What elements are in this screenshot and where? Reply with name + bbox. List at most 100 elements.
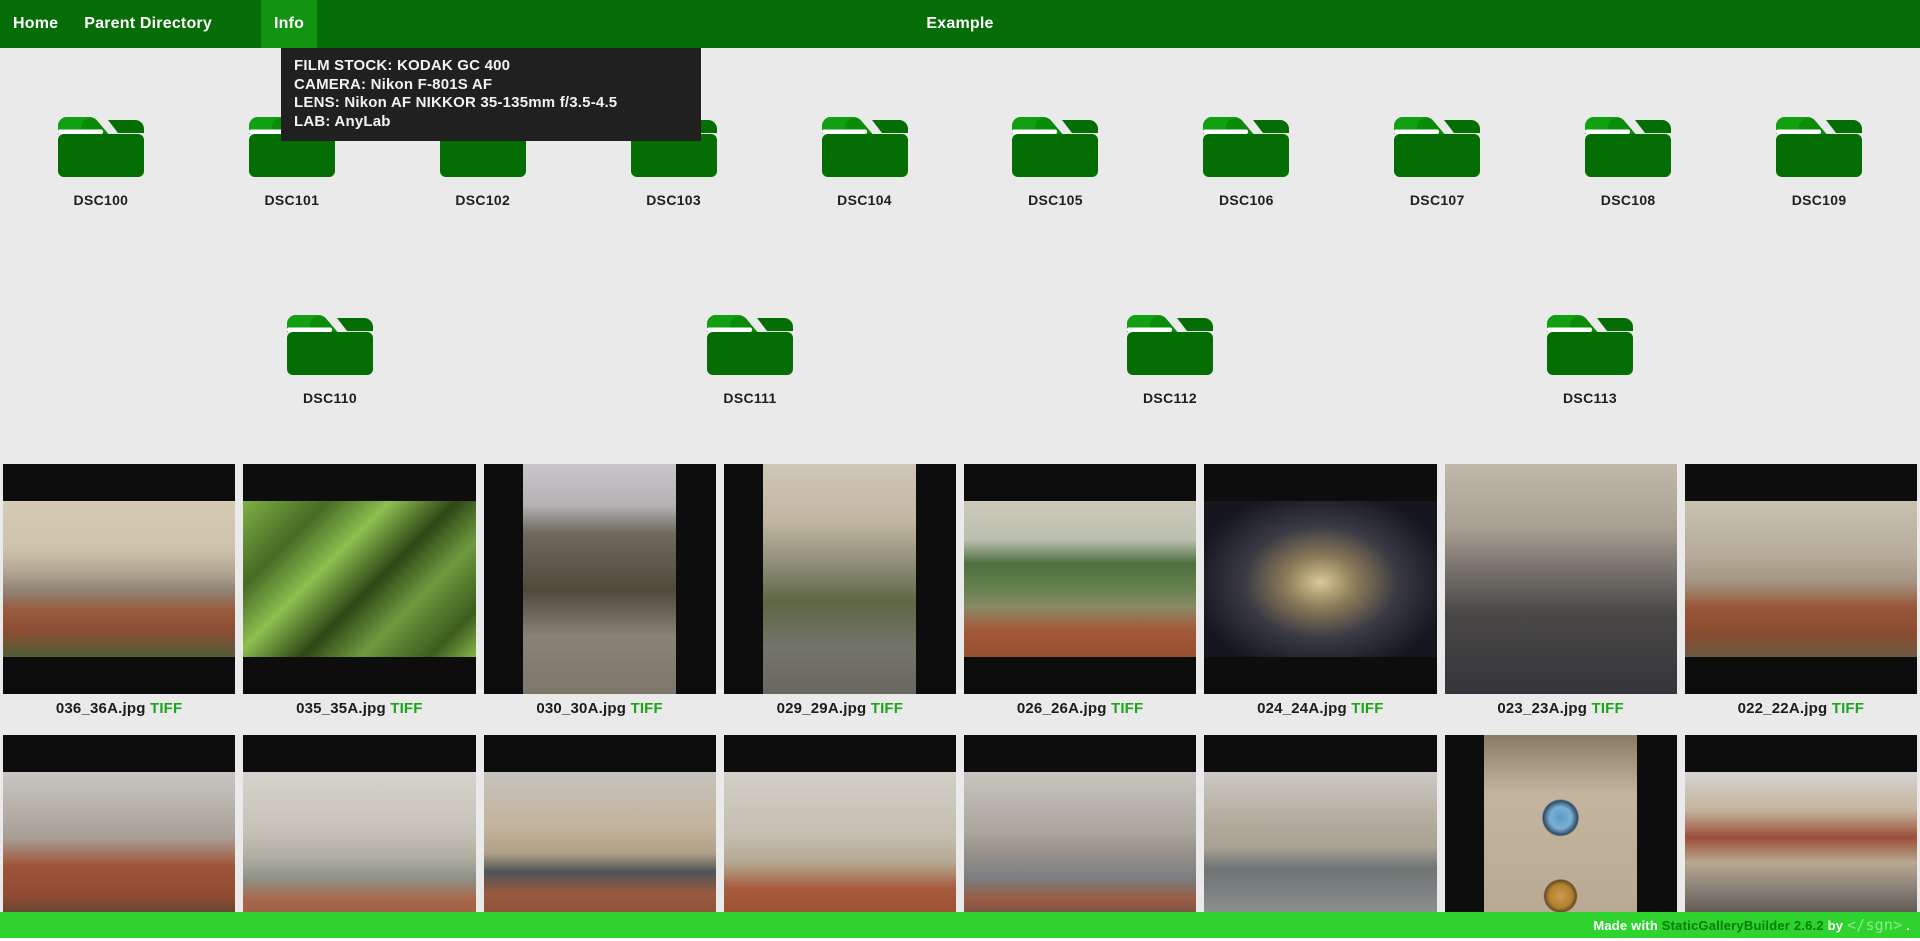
photo-cell-030_30A: 030_30A.jpg TIFF xyxy=(484,464,716,735)
photo-thumbnail-link[interactable] xyxy=(1204,464,1436,694)
photo-thumbnail-link[interactable] xyxy=(3,735,235,941)
folder-label: DSC100 xyxy=(74,192,129,208)
photo-thumbnail xyxy=(1445,464,1677,694)
photo-tiff-link[interactable]: TIFF xyxy=(150,700,182,717)
photo-filename-link[interactable]: 023_23A.jpg xyxy=(1497,700,1587,717)
footer-made-with: Made with xyxy=(1593,918,1661,933)
folder-label: DSC105 xyxy=(1028,192,1083,208)
photo-filename-link[interactable]: 036_36A.jpg xyxy=(56,700,146,717)
photo-thumbnail-link[interactable] xyxy=(484,735,716,941)
photo-grid: 036_36A.jpg TIFF 035_35A.jpg TIFF 030_30… xyxy=(0,464,1920,941)
photo-thumbnail xyxy=(3,501,235,657)
photo-filename-link[interactable]: 026_26A.jpg xyxy=(1017,700,1107,717)
photo-tiff-link[interactable]: TIFF xyxy=(630,700,662,717)
photo-label: 026_26A.jpg TIFF xyxy=(964,700,1196,718)
folder-item-dsc107[interactable]: DSC107 xyxy=(1347,102,1527,208)
folder-label: DSC110 xyxy=(303,390,357,406)
photo-thumbnail-link[interactable] xyxy=(3,464,235,694)
photo-thumbnail xyxy=(484,772,716,928)
info-tooltip-line: LENS: Nikon AF NIKKOR 35-135mm f/3.5-4.5 xyxy=(294,94,688,113)
photo-thumbnail-link[interactable] xyxy=(964,735,1196,941)
folder-icon xyxy=(1387,102,1487,182)
photo-tiff-link[interactable]: TIFF xyxy=(390,700,422,717)
folder-item-dsc109[interactable]: DSC109 xyxy=(1729,102,1909,208)
builder-link[interactable]: StaticGalleryBuilder 2.6.2 xyxy=(1662,918,1824,933)
folder-label: DSC109 xyxy=(1792,192,1847,208)
folder-item-dsc110[interactable]: DSC110 xyxy=(240,300,420,406)
photo-filename-link[interactable]: 029_29A.jpg xyxy=(777,700,867,717)
folder-icon xyxy=(700,300,800,380)
folder-item-dsc113[interactable]: DSC113 xyxy=(1500,300,1680,406)
photo-thumbnail-link[interactable] xyxy=(724,735,956,941)
photo-thumbnail xyxy=(1204,501,1436,657)
folder-icon xyxy=(815,102,915,182)
photo-tiff-link[interactable]: TIFF xyxy=(1591,700,1623,717)
folder-item-dsc105[interactable]: DSC105 xyxy=(965,102,1145,208)
nav-item-home[interactable]: Home xyxy=(0,0,71,48)
photo-tiff-link[interactable]: TIFF xyxy=(1111,700,1143,717)
folder-icon xyxy=(51,102,151,182)
photo-thumbnail xyxy=(964,501,1196,657)
photo-thumbnail-link[interactable] xyxy=(243,464,475,694)
folder-item-dsc106[interactable]: DSC106 xyxy=(1156,102,1336,208)
photo-thumbnail xyxy=(243,501,475,657)
photo-thumbnail-link[interactable] xyxy=(1204,735,1436,941)
photo-cell xyxy=(243,735,475,941)
photo-cell-026_26A: 026_26A.jpg TIFF xyxy=(964,464,1196,735)
photo-filename-link[interactable]: 024_24A.jpg xyxy=(1257,700,1347,717)
photo-thumbnail xyxy=(1685,772,1917,928)
nav-item-label: Home xyxy=(13,15,58,33)
folder-label: DSC108 xyxy=(1601,192,1656,208)
photo-thumbnail-link[interactable] xyxy=(1445,464,1677,694)
footer-suffix: . xyxy=(1902,918,1910,933)
photo-filename-link[interactable]: 022_22A.jpg xyxy=(1738,700,1828,717)
folder-item-dsc100[interactable]: DSC100 xyxy=(11,102,191,208)
folder-item-dsc108[interactable]: DSC108 xyxy=(1538,102,1718,208)
folder-item-dsc111[interactable]: DSC111 xyxy=(660,300,840,406)
folder-label: DSC111 xyxy=(723,390,776,406)
folder-label: DSC101 xyxy=(264,192,319,208)
folder-label: DSC112 xyxy=(1143,390,1197,406)
photo-thumbnail-link[interactable] xyxy=(724,464,956,694)
photo-thumbnail xyxy=(3,772,235,928)
photo-filename-link[interactable]: 030_30A.jpg xyxy=(536,700,626,717)
photo-thumbnail xyxy=(523,464,676,694)
gallery-title: Example xyxy=(926,0,993,48)
photo-thumbnail-link[interactable] xyxy=(1445,735,1677,941)
folder-item-dsc112[interactable]: DSC112 xyxy=(1080,300,1260,406)
photo-cell-023_23A: 023_23A.jpg TIFF xyxy=(1445,464,1677,735)
folder-item-dsc104[interactable]: DSC104 xyxy=(775,102,955,208)
photo-thumbnail-link[interactable] xyxy=(1685,735,1917,941)
photo-thumbnail xyxy=(1204,772,1436,928)
info-tooltip-line: CAMERA: Nikon F-801S AF xyxy=(294,76,688,95)
photo-thumbnail xyxy=(1484,735,1637,941)
nav-item-parent-directory[interactable]: Parent Directory xyxy=(71,0,225,48)
photo-tiff-link[interactable]: TIFF xyxy=(871,700,903,717)
folder-icon xyxy=(1578,102,1678,182)
photo-thumbnail-link[interactable] xyxy=(484,464,716,694)
nav-item-info[interactable]: Info xyxy=(261,0,317,48)
photo-cell xyxy=(1204,735,1436,941)
photo-cell-024_24A: 024_24A.jpg TIFF xyxy=(1204,464,1436,735)
folder-icon xyxy=(1120,300,1220,380)
info-tooltip-line: FILM STOCK: KODAK GC 400 xyxy=(294,57,688,76)
folder-icon xyxy=(1540,300,1640,380)
signature-link[interactable]: </sgn> xyxy=(1847,916,1902,934)
photo-label: 029_29A.jpg TIFF xyxy=(724,700,956,718)
photo-thumbnail xyxy=(763,464,916,694)
photo-thumbnail xyxy=(243,772,475,928)
folder-label: DSC104 xyxy=(837,192,892,208)
photo-thumbnail-link[interactable] xyxy=(964,464,1196,694)
folder-label: DSC106 xyxy=(1219,192,1274,208)
photo-cell xyxy=(724,735,956,941)
photo-label: 036_36A.jpg TIFF xyxy=(3,700,235,718)
photo-filename-link[interactable]: 035_35A.jpg xyxy=(296,700,386,717)
photo-label: 023_23A.jpg TIFF xyxy=(1445,700,1677,718)
folder-label: DSC102 xyxy=(455,192,510,208)
photo-tiff-link[interactable]: TIFF xyxy=(1832,700,1864,717)
photo-thumbnail-link[interactable] xyxy=(243,735,475,941)
photo-thumbnail-link[interactable] xyxy=(1685,464,1917,694)
footer-bar: Made with StaticGalleryBuilder 2.6.2 by … xyxy=(0,912,1920,938)
photo-tiff-link[interactable]: TIFF xyxy=(1351,700,1383,717)
nav-item-label: Parent Directory xyxy=(84,15,212,33)
